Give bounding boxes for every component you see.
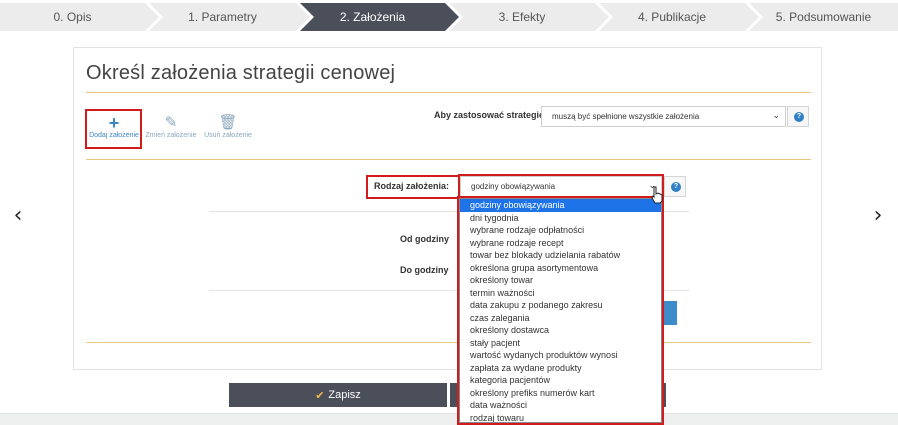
wizard-step-label: 2. Założenia	[339, 10, 406, 24]
previous-arrow-icon[interactable]: ‹	[11, 205, 25, 227]
apply-strategy-value: muszą być spełnione wszystkie założenia	[552, 112, 700, 121]
footer-strip	[0, 413, 898, 425]
trash-icon: 🗑	[218, 114, 238, 131]
check-icon: ✔	[315, 388, 325, 402]
wizard-step-label: 1. Parametry	[188, 10, 257, 24]
wizard-step-opis[interactable]: 0. Opis	[0, 3, 159, 31]
toolbar-divider	[86, 159, 811, 160]
from-hour-label: Od godziny	[400, 234, 449, 244]
apply-strategy-select[interactable]: muszą być spełnione wszystkie założenia …	[541, 106, 786, 127]
wizard-step-label: 0. Opis	[53, 10, 92, 24]
wizard-step-zalozenia[interactable]: 2. Założenia	[300, 3, 459, 31]
dropdown-list-highlight	[457, 196, 664, 425]
assumption-type-help-button[interactable]: ?	[664, 176, 686, 197]
add-button-highlight	[85, 109, 142, 149]
save-button-label: Zapisz	[328, 389, 361, 401]
assumptions-panel: Określ założenia strategii cenowej + Dod…	[73, 47, 822, 370]
wizard-steps: 0. Opis 1. Parametry 2. Założenia 3. Efe…	[0, 0, 898, 34]
title-divider	[86, 92, 811, 93]
chevron-down-icon: ⌄	[772, 111, 780, 121]
delete-assumption-button[interactable]: 🗑 Usuń założenie	[200, 114, 256, 150]
panel-bottom-divider	[86, 342, 811, 343]
wizard-step-publikacje[interactable]: 4. Publikacje	[599, 3, 759, 31]
hand-cursor-icon	[651, 186, 663, 204]
help-icon: ?	[794, 112, 804, 122]
wizard-step-label: 3. Efekty	[498, 10, 546, 24]
wizard-step-label: 4. Publikacje	[637, 10, 707, 24]
edit-assumption-button[interactable]: ✎ Zmień założenie	[143, 114, 199, 150]
delete-assumption-label: Usuń założenie	[204, 132, 252, 139]
apply-strategy-help-button[interactable]: ?	[787, 106, 809, 127]
assumption-type-label: Rodzaj założenia:	[374, 181, 450, 191]
wizard-step-label: 5. Podsumowanie	[775, 10, 872, 24]
next-arrow-icon[interactable]: ›	[871, 205, 885, 227]
wizard-step-efekty[interactable]: 3. Efekty	[449, 3, 609, 31]
page-title: Określ założenia strategii cenowej	[86, 62, 396, 84]
to-hour-label: Do godziny	[400, 265, 449, 275]
save-button[interactable]: ✔ Zapisz	[229, 383, 447, 407]
edit-assumption-label: Zmień założenie	[145, 132, 197, 139]
apply-strategy-label: Aby zastosować strategię	[434, 110, 545, 120]
edit-icon: ✎	[164, 114, 178, 131]
help-icon: ?	[671, 182, 681, 192]
wizard-step-parametry[interactable]: 1. Parametry	[149, 3, 310, 31]
wizard-step-podsumowanie[interactable]: 5. Podsumowanie	[749, 3, 898, 31]
